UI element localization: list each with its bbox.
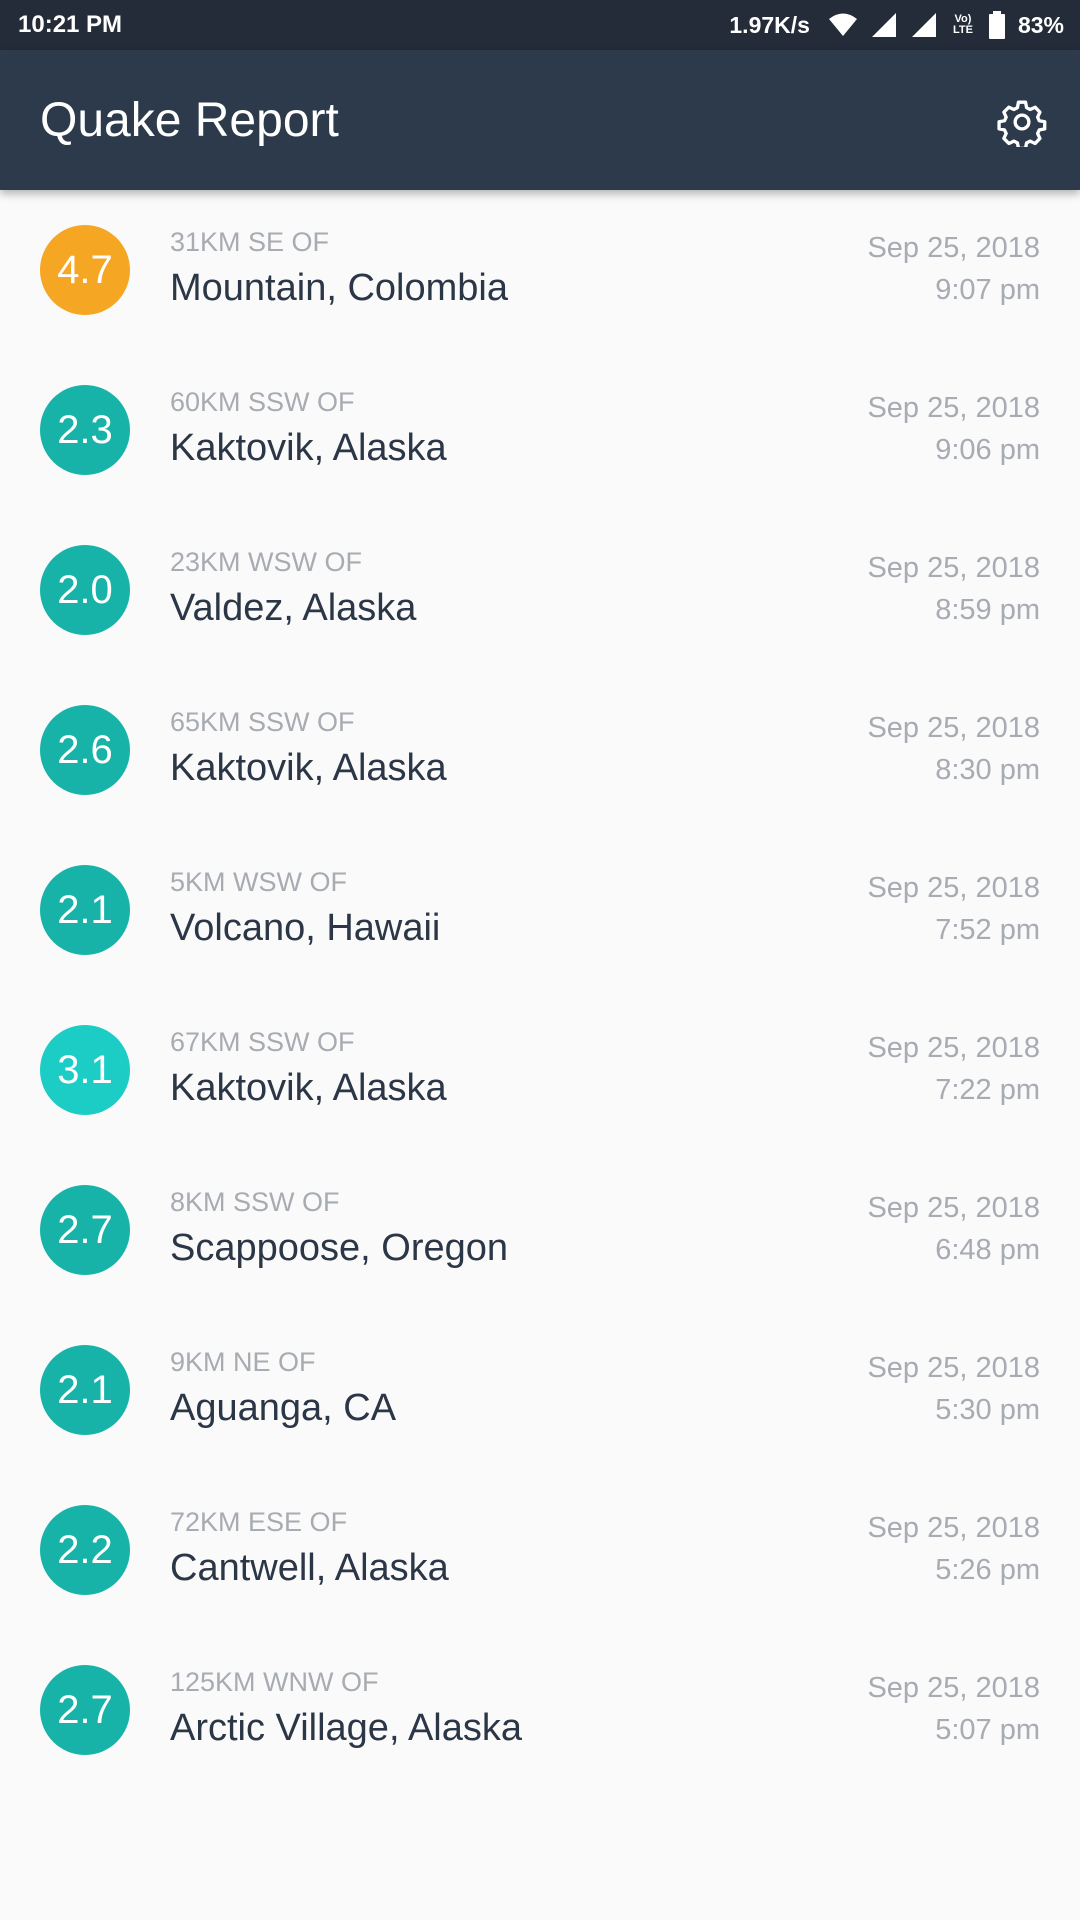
settings-button[interactable] <box>994 94 1050 150</box>
list-item[interactable]: 2.6 65KM SSW OF Kaktovik, Alaska Sep 25, 20… <box>0 670 1080 830</box>
quake-time: 9:06 pm <box>935 434 1040 466</box>
quake-date: Sep 25, 2018 <box>867 232 1040 264</box>
magnitude-badge: 2.1 <box>40 865 130 955</box>
network-speed: 1.97K/s <box>729 11 810 38</box>
location-offset: 60KM SSW OF <box>170 387 355 417</box>
primary-location: Kaktovik, Alaska <box>170 427 447 469</box>
location-offset: 125KM WNW OF <box>170 1667 379 1697</box>
magnitude-badge: 2.1 <box>40 1345 130 1435</box>
primary-location: Cantwell, Alaska <box>170 1547 449 1589</box>
signal-icon <box>910 12 938 38</box>
location-offset: 9KM NE OF <box>170 1347 316 1377</box>
quake-date: Sep 25, 2018 <box>867 1032 1040 1064</box>
magnitude-badge: 2.7 <box>40 1665 130 1755</box>
battery-percent: 83% <box>1017 11 1064 38</box>
list-item[interactable]: 2.1 9KM NE OF Aguanga, CA Sep 25, 2018 5:30 … <box>0 1310 1080 1470</box>
primary-location: Valdez, Alaska <box>170 587 417 629</box>
magnitude-badge: 3.1 <box>40 1025 130 1115</box>
quake-time: 5:26 pm <box>935 1554 1040 1586</box>
quake-time: 9:07 pm <box>935 274 1040 306</box>
quake-date: Sep 25, 2018 <box>867 552 1040 584</box>
location-offset: 23KM WSW OF <box>170 547 363 577</box>
wifi-icon <box>828 12 858 38</box>
magnitude-badge: 2.6 <box>40 705 130 795</box>
list-item[interactable]: 2.7 125KM WNW OF Arctic Village, Alaska Sep… <box>0 1630 1080 1790</box>
primary-location: Kaktovik, Alaska <box>170 747 447 789</box>
quake-time: 5:30 pm <box>935 1394 1040 1426</box>
status-bar: 10:21 PM 1.97K/s Vo) LTE 83% <box>0 0 1080 50</box>
quake-date: Sep 25, 2018 <box>867 1192 1040 1224</box>
quake-date: Sep 25, 2018 <box>867 872 1040 904</box>
list-item[interactable]: 2.3 60KM SSW OF Kaktovik, Alaska Sep 25, 20… <box>0 350 1080 510</box>
page-title: Quake Report <box>40 94 339 147</box>
location-offset: 5KM WSW OF <box>170 867 347 897</box>
magnitude-badge: 4.7 <box>40 225 130 315</box>
quake-time: 5:07 pm <box>935 1714 1040 1746</box>
primary-location: Scappoose, Oregon <box>170 1227 509 1269</box>
location-offset: 72KM ESE OF <box>170 1507 348 1537</box>
volte-icon: Vo) LTE <box>950 14 976 36</box>
volte-label-bottom: LTE <box>952 24 973 36</box>
quake-date: Sep 25, 2018 <box>867 1672 1040 1704</box>
status-time: 10:21 PM <box>18 11 123 38</box>
quake-time: 8:30 pm <box>935 754 1040 786</box>
magnitude-badge: 2.0 <box>40 545 130 635</box>
location-offset: 65KM SSW OF <box>170 707 355 737</box>
list-item[interactable]: 2.2 72KM ESE OF Cantwell, Alaska Sep 25, 20… <box>0 1470 1080 1630</box>
location-offset: 31KM SE OF <box>170 227 330 257</box>
signal-icon <box>870 12 898 38</box>
quake-date: Sep 25, 2018 <box>867 392 1040 424</box>
primary-location: Kaktovik, Alaska <box>170 1067 447 1109</box>
gear-icon <box>997 100 1047 147</box>
quake-date: Sep 25, 2018 <box>867 712 1040 744</box>
primary-location: Arctic Village, Alaska <box>170 1707 523 1749</box>
quake-date: Sep 25, 2018 <box>867 1512 1040 1544</box>
list-item[interactable]: 2.7 8KM SSW OF Scappoose, Oregon Sep 25, 20… <box>0 1150 1080 1310</box>
primary-location: Aguanga, CA <box>170 1387 397 1429</box>
status-icons: 1.97K/s Vo) LTE 83% <box>729 10 1064 40</box>
quake-time: 8:59 pm <box>935 594 1040 626</box>
primary-location: Volcano, Hawaii <box>170 907 441 949</box>
quake-date: Sep 25, 2018 <box>867 1352 1040 1384</box>
primary-location: Mountain, Colombia <box>170 267 508 309</box>
quake-time: 6:48 pm <box>935 1234 1040 1266</box>
earthquake-list: 4.7 31KM SE OF Mountain, Colombia Sep 25, 2… <box>0 190 1080 1790</box>
list-item[interactable]: 2.1 5KM WSW OF Volcano, Hawaii Sep 25, 2018… <box>0 830 1080 990</box>
quake-time: 7:52 pm <box>935 914 1040 946</box>
list-item[interactable]: 3.1 67KM SSW OF Kaktovik, Alaska Sep 25, 20… <box>0 990 1080 1150</box>
list-item[interactable]: 4.7 31KM SE OF Mountain, Colombia Sep 25, 2… <box>0 190 1080 350</box>
magnitude-badge: 2.7 <box>40 1185 130 1275</box>
app-bar: Quake Report <box>0 50 1080 190</box>
location-offset: 8KM SSW OF <box>170 1187 340 1217</box>
magnitude-badge: 2.3 <box>40 385 130 475</box>
location-offset: 67KM SSW OF <box>170 1027 355 1057</box>
battery-icon <box>988 11 1006 39</box>
quake-time: 7:22 pm <box>935 1074 1040 1106</box>
magnitude-badge: 2.2 <box>40 1505 130 1595</box>
list-item[interactable]: 2.0 23KM WSW OF Valdez, Alaska Sep 25, 2018… <box>0 510 1080 670</box>
